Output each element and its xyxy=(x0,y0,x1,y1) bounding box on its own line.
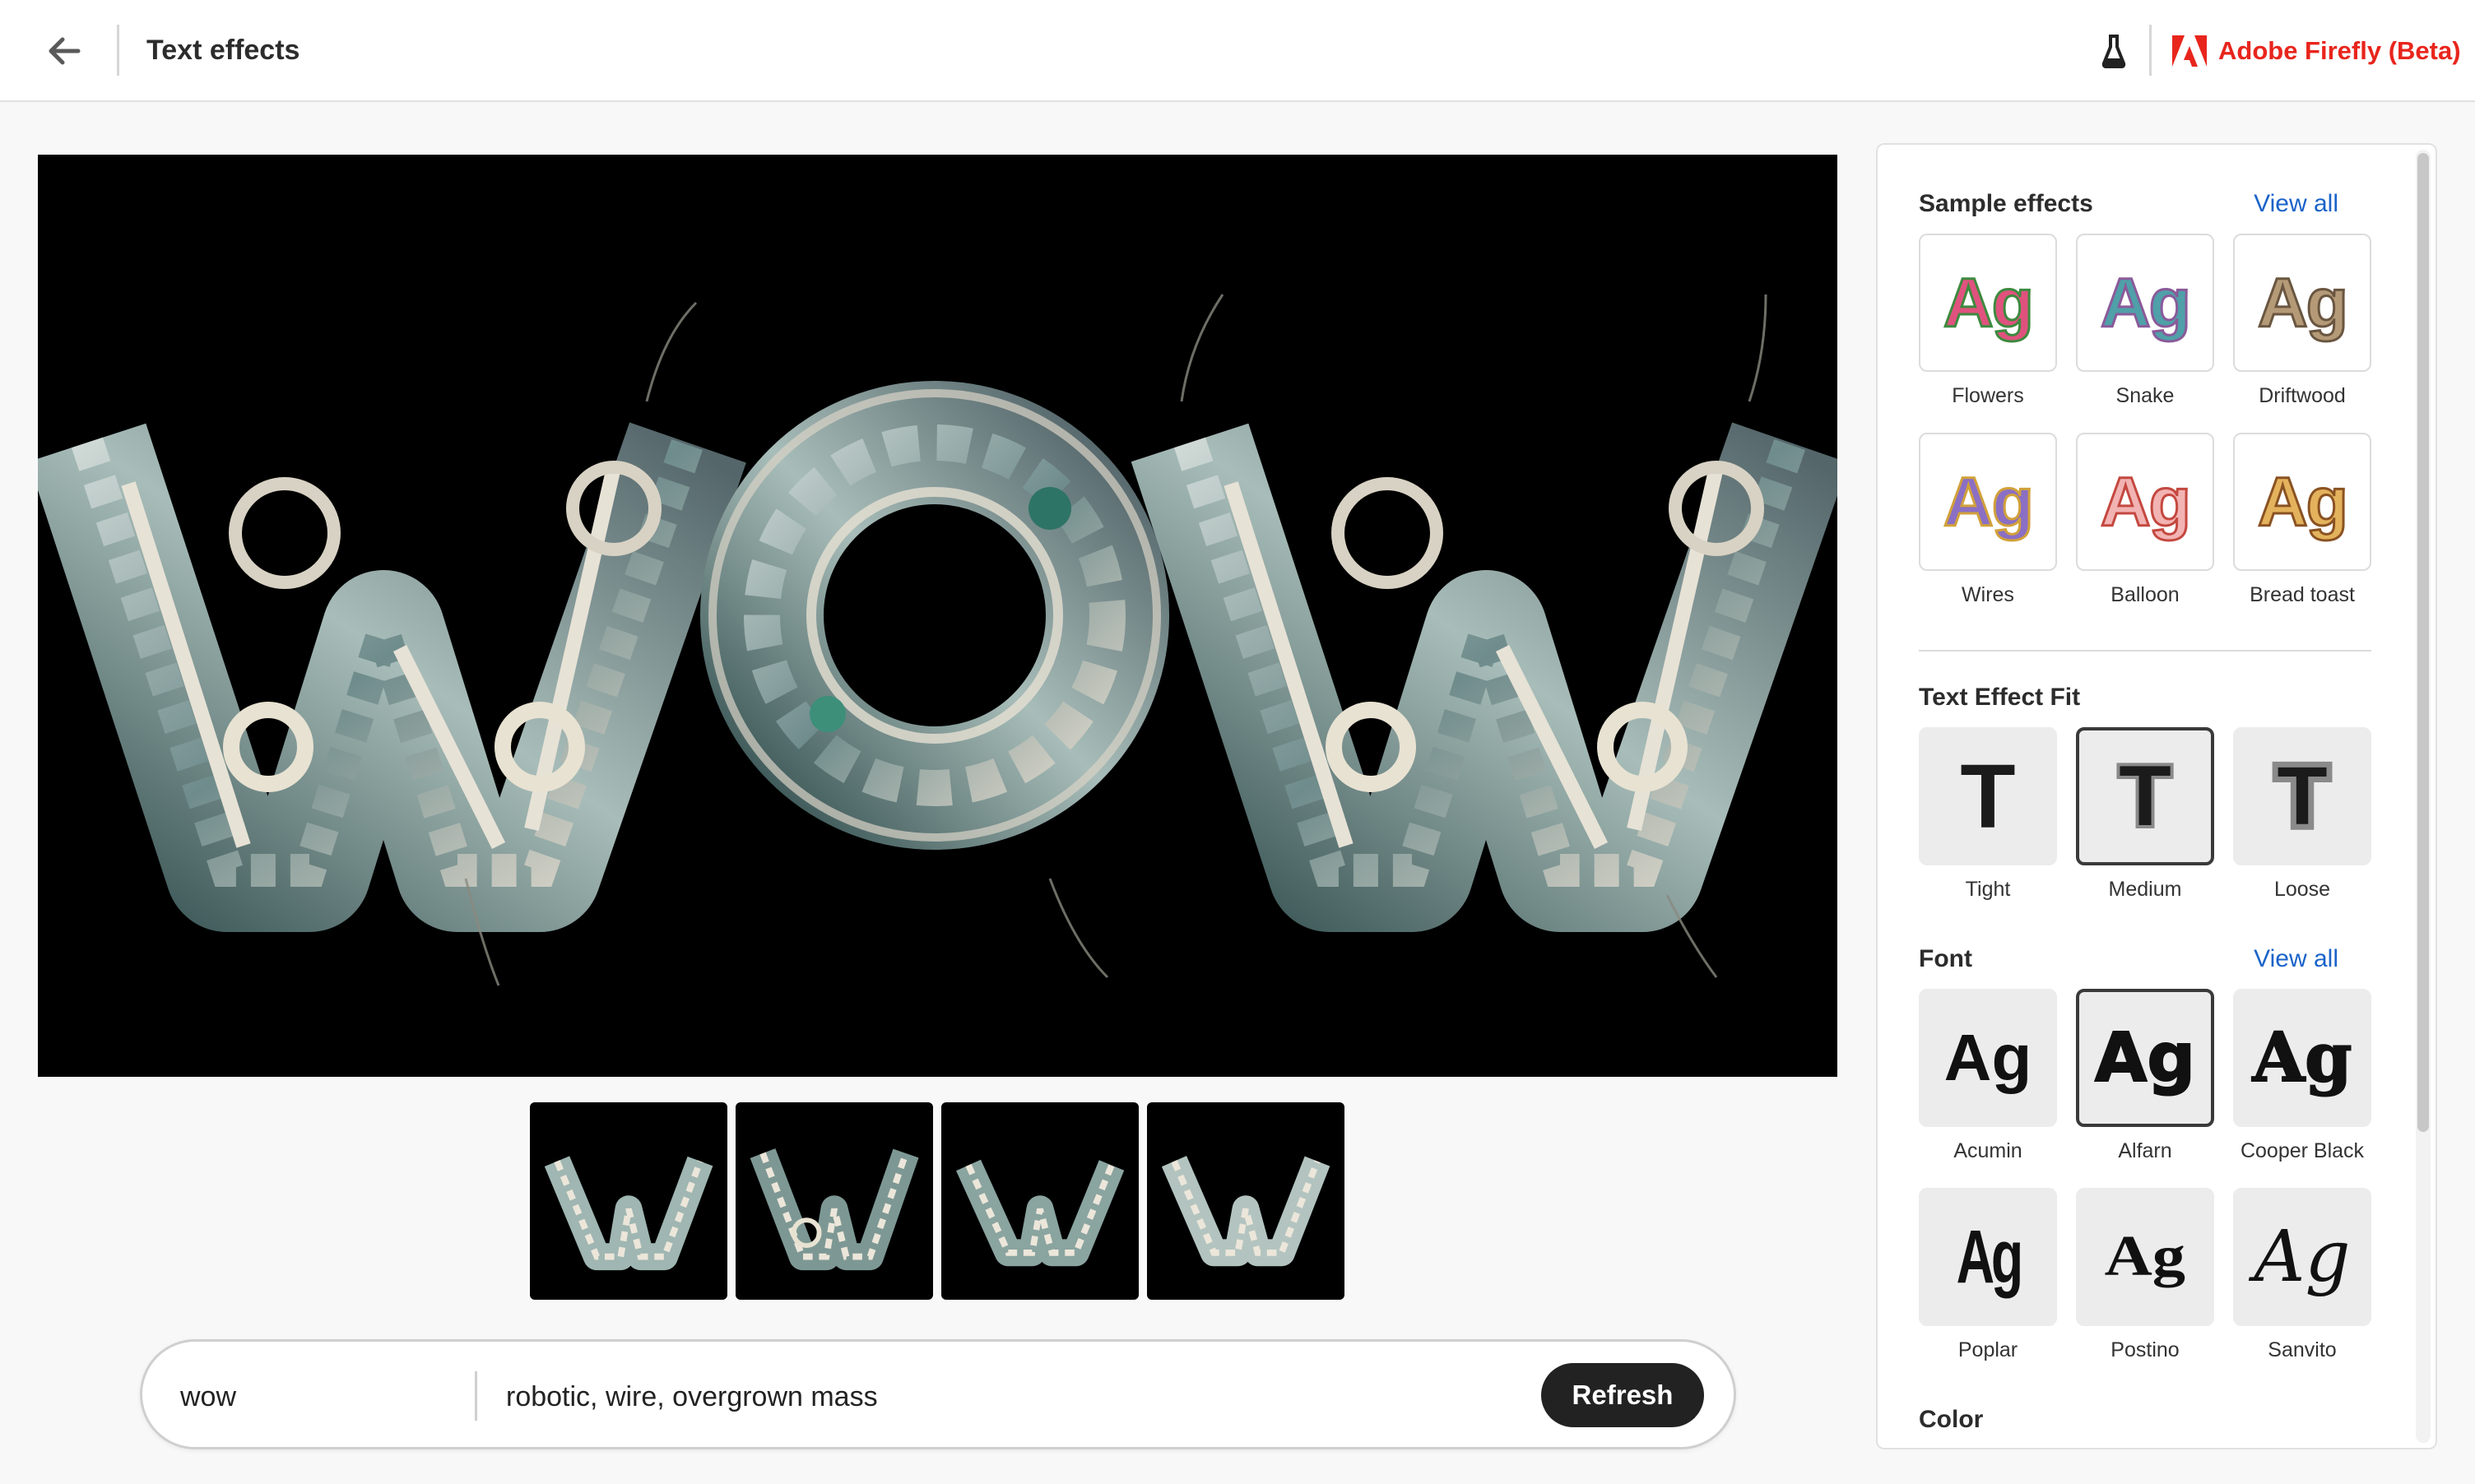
font-sanvito[interactable]: Ag Sanvito xyxy=(2233,1188,2371,1364)
sample-effects-title: Sample effects xyxy=(1919,190,2093,217)
text-effect-fit-title: Text Effect Fit xyxy=(1919,684,2081,711)
font-postino[interactable]: Ag Postino xyxy=(2076,1188,2214,1364)
adobe-logo-icon xyxy=(2172,35,2207,67)
prompt-divider xyxy=(475,1371,477,1421)
effect-preview: Ag xyxy=(2100,461,2193,541)
header-divider xyxy=(117,25,119,76)
effect-tile[interactable]: Ag xyxy=(2233,234,2371,372)
tile-label: Bread toast xyxy=(2250,583,2355,606)
tile-label: Medium xyxy=(2108,878,2182,901)
fit-loose[interactable]: T Loose xyxy=(2233,727,2371,903)
font-preview: Ag xyxy=(2254,1216,2351,1298)
font-grid: Ag Acumin Ag Alfarn Ag Cooper Black Ag P… xyxy=(1919,989,2371,1364)
tile-label: Acumin xyxy=(1953,1139,2022,1162)
effect-preview: Ag xyxy=(2100,262,2193,342)
fit-preview: T xyxy=(2271,744,2333,848)
effect-preview: Ag xyxy=(2257,262,2350,342)
tile-label: Poplar xyxy=(1957,1338,2018,1361)
fit-preview: T xyxy=(2115,745,2174,847)
tile-label: Tight xyxy=(1965,878,2011,901)
font-tile[interactable]: Ag xyxy=(2076,1188,2214,1326)
effect-preview: Ag xyxy=(2257,461,2350,541)
font-acumin[interactable]: Ag Acumin xyxy=(1919,989,2057,1165)
thumbnail-2[interactable] xyxy=(736,1102,933,1300)
font-alfarn[interactable]: Ag Alfarn xyxy=(2076,989,2214,1165)
header-divider xyxy=(2149,25,2152,76)
effect-tile[interactable]: Ag xyxy=(1919,433,2057,571)
prompt-bar: Refresh xyxy=(140,1339,1736,1449)
tile-label: Balloon xyxy=(2110,583,2180,606)
color-title: Color xyxy=(1919,1406,1984,1433)
text-effect-fit-grid: T Tight T Medium T Loose xyxy=(1919,727,2371,903)
fit-tile[interactable]: T xyxy=(1919,727,2057,865)
effect-preview: Ag xyxy=(1943,461,2036,541)
fit-preview: T xyxy=(1960,745,2016,847)
font-tile[interactable]: Ag xyxy=(2233,1188,2371,1326)
font-tile[interactable]: Ag xyxy=(2233,989,2371,1127)
font-poplar[interactable]: Ag Poplar xyxy=(1919,1188,2057,1364)
thumbnail-4[interactable] xyxy=(1147,1102,1344,1300)
tile-label: Wires xyxy=(1962,583,2014,606)
effect-tile[interactable]: Ag xyxy=(2076,234,2214,372)
font-preview: Ag xyxy=(2094,1018,2196,1098)
thumbnail-1[interactable] xyxy=(530,1102,727,1300)
font-tile[interactable]: Ag xyxy=(1919,989,2057,1127)
font-preview: Ag xyxy=(1956,1214,2023,1299)
app-header: Text effects Adobe Firefly (Beta) xyxy=(0,0,2475,102)
effect-flowers[interactable]: Ag Flowers xyxy=(1919,234,2057,410)
sample-effects-grid: Ag Flowers Ag Snake Ag Driftwood Ag Wire… xyxy=(1919,234,2371,609)
font-cooper-black[interactable]: Ag Cooper Black xyxy=(2233,989,2371,1165)
fit-tile[interactable]: T xyxy=(2076,727,2214,865)
tile-label: Alfarn xyxy=(2118,1139,2172,1162)
font-tile[interactable]: Ag xyxy=(2076,989,2214,1127)
flask-icon xyxy=(2101,35,2126,68)
page-title: Text effects xyxy=(146,35,300,66)
font-preview: Ag xyxy=(2104,1225,2186,1288)
brand-name: Adobe Firefly (Beta) xyxy=(2218,36,2461,65)
font-preview: Ag xyxy=(1943,1021,2032,1094)
effects-panel: Sample effects View all Ag Flowers Ag Sn… xyxy=(1876,143,2437,1449)
font-preview: Ag xyxy=(2252,1018,2353,1098)
effect-tile[interactable]: Ag xyxy=(1919,234,2057,372)
tile-label: Snake xyxy=(2115,384,2175,407)
sample-effects-view-all-link[interactable]: View all xyxy=(2254,188,2338,220)
effect-snake[interactable]: Ag Snake xyxy=(2076,234,2214,410)
main-generated-image xyxy=(38,155,1837,1077)
fit-medium[interactable]: T Medium xyxy=(2076,727,2214,903)
variation-thumbnails xyxy=(530,1102,1344,1300)
arrow-left-icon xyxy=(49,37,81,65)
tile-label: Loose xyxy=(2273,878,2331,901)
thumbnail-3[interactable] xyxy=(941,1102,1139,1300)
effect-driftwood[interactable]: Ag Driftwood xyxy=(2233,234,2371,410)
effect-balloon[interactable]: Ag Balloon xyxy=(2076,433,2214,609)
effect-tile[interactable]: Ag xyxy=(2076,433,2214,571)
tile-label: Driftwood xyxy=(2259,384,2346,407)
font-view-all-link[interactable]: View all xyxy=(2254,943,2338,976)
section-divider xyxy=(1919,650,2371,652)
effect-tile[interactable]: Ag xyxy=(2233,433,2371,571)
font-tile[interactable]: Ag xyxy=(1919,1188,2057,1326)
fit-tight[interactable]: T Tight xyxy=(1919,727,2057,903)
effect-wires[interactable]: Ag Wires xyxy=(1919,433,2057,609)
tile-label: Postino xyxy=(2110,1338,2180,1361)
scrollbar-thumb[interactable] xyxy=(2417,153,2429,1132)
labs-button[interactable] xyxy=(2095,30,2133,72)
tile-label: Sanvito xyxy=(2268,1338,2337,1361)
effect-prompt-input[interactable] xyxy=(506,1368,1493,1426)
fit-tile[interactable]: T xyxy=(2233,727,2371,865)
tile-label: Cooper Black xyxy=(2240,1139,2365,1162)
brand: Adobe Firefly (Beta) xyxy=(2172,30,2461,72)
refresh-button[interactable]: Refresh xyxy=(1541,1363,1704,1427)
font-title: Font xyxy=(1919,945,1972,972)
effect-bread-toast[interactable]: Ag Bread toast xyxy=(2233,433,2371,609)
effect-preview: Ag xyxy=(1943,262,2036,342)
text-input[interactable] xyxy=(180,1368,476,1426)
back-button[interactable] xyxy=(41,30,87,72)
tile-label: Flowers xyxy=(1952,384,2024,407)
